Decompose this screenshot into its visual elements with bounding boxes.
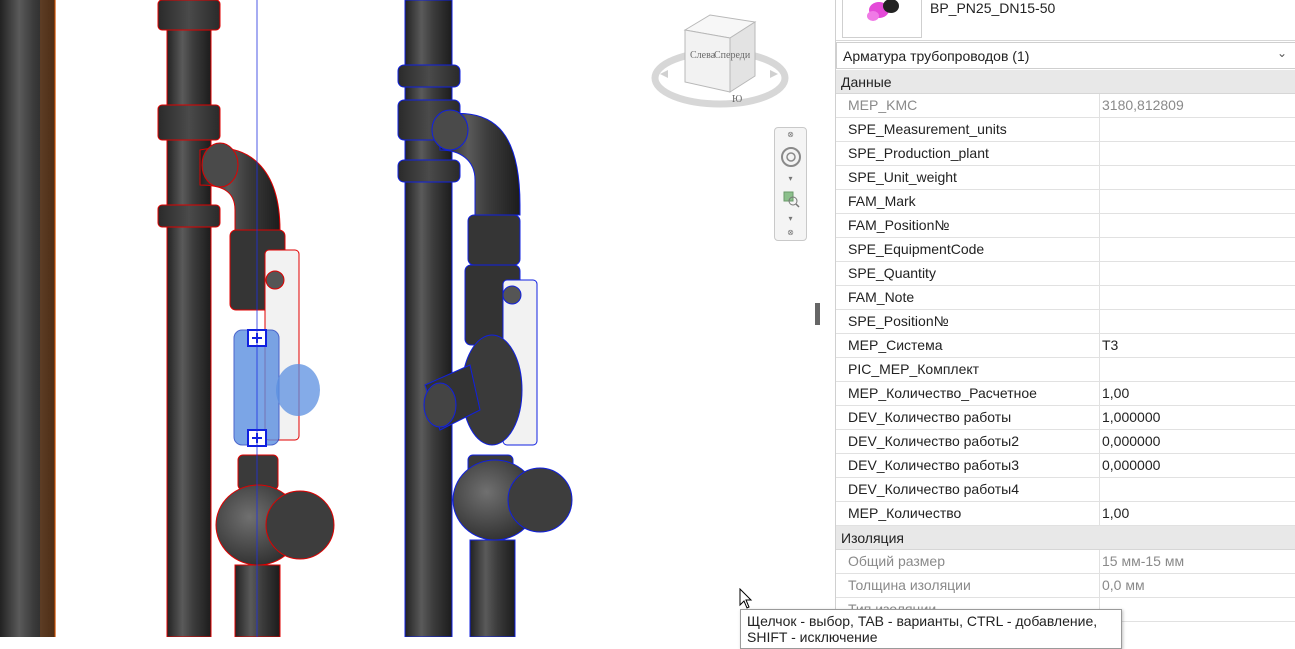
property-value[interactable] — [1099, 190, 1295, 213]
property-value: 3180,812809 — [1099, 94, 1295, 117]
property-name: SPE_Production_plant — [848, 145, 989, 161]
category-filter-dropdown[interactable]: Арматура трубопроводов (1) ⌄ — [836, 42, 1295, 69]
property-row[interactable]: MEP_Количество_Расчетное 1,00 — [836, 382, 1295, 406]
valve-assembly-left[interactable] — [199, 0, 335, 637]
property-name: Общий размер — [848, 553, 945, 569]
property-value[interactable] — [1099, 214, 1295, 237]
property-value[interactable] — [1099, 358, 1295, 381]
property-value[interactable] — [1099, 118, 1295, 141]
property-value[interactable] — [1099, 166, 1295, 189]
property-value: 0,0 мм — [1099, 574, 1295, 597]
property-value[interactable]: 0,000000 — [1099, 454, 1295, 477]
property-value[interactable]: 1,000000 — [1099, 406, 1295, 429]
property-value[interactable] — [1099, 478, 1295, 501]
3d-viewport[interactable]: Слева Спереди Ю ⊗ ▾ ▾ ⊗ — [0, 0, 810, 637]
view-cube[interactable]: Слева Спереди Ю — [650, 10, 790, 110]
properties-panel: BP_PN25_DN15-50 Арматура трубопроводов (… — [835, 0, 1295, 637]
property-name: DEV_Количество работы3 — [848, 457, 1019, 473]
property-row[interactable]: SPE_Production_plant — [836, 142, 1295, 166]
property-row[interactable]: DEV_Количество работы 1,000000 — [836, 406, 1295, 430]
property-value[interactable] — [1099, 286, 1295, 309]
cube-face-front[interactable]: Спереди — [714, 50, 751, 61]
property-name: DEV_Количество работы2 — [848, 433, 1019, 449]
property-value[interactable] — [1099, 262, 1295, 285]
pipe-riser-2[interactable] — [397, 0, 461, 637]
property-name: Толщина изоляции — [848, 577, 971, 593]
property-row[interactable]: SPE_EquipmentCode — [836, 238, 1295, 262]
property-name: FAM_Mark — [848, 193, 916, 209]
property-name: FAM_Note — [848, 289, 915, 305]
status-tooltip: Щелчок - выбор, TAB - варианты, CTRL - д… — [740, 609, 1122, 649]
property-value[interactable]: T3 — [1099, 334, 1295, 357]
property-value — [1099, 598, 1295, 621]
property-name: PIC_MEP_Комплект — [848, 361, 980, 377]
property-row[interactable]: SPE_Unit_weight — [836, 166, 1295, 190]
chevron-down-icon[interactable]: ▾ — [775, 214, 806, 223]
chevron-down-icon[interactable]: ⌄ — [1277, 46, 1287, 60]
property-row[interactable]: Общий размер 15 мм-15 мм — [836, 550, 1295, 574]
property-group-title: Данные — [841, 74, 892, 90]
property-row[interactable]: Толщина изоляции 0,0 мм — [836, 574, 1295, 598]
property-row[interactable]: DEV_Количество работы4 — [836, 478, 1295, 502]
zoom-region-icon[interactable] — [775, 190, 806, 210]
property-value[interactable]: 0,000000 — [1099, 430, 1295, 453]
property-group-header[interactable]: Данные — [836, 70, 1295, 94]
close-icon[interactable]: ⊗ — [775, 130, 806, 139]
type-name: BP_PN25_DN15-50 — [930, 0, 1056, 16]
compass-south[interactable]: Ю — [732, 94, 742, 105]
property-name: MEP_Количество_Расчетное — [848, 385, 1037, 401]
property-name: DEV_Количество работы — [848, 409, 1012, 425]
property-group-header[interactable]: Изоляция — [836, 526, 1295, 550]
property-name: FAM_Position№ — [848, 217, 950, 233]
property-name: SPE_Quantity — [848, 265, 936, 281]
property-value[interactable] — [1099, 238, 1295, 261]
panel-splitter-handle[interactable] — [815, 303, 820, 325]
property-value[interactable]: 1,00 — [1099, 382, 1295, 405]
property-name: SPE_Unit_weight — [848, 169, 957, 185]
tooltip-line-2: SHIFT - исключение — [747, 629, 878, 645]
property-name: MEP_KMC — [848, 97, 918, 113]
property-row[interactable]: FAM_Note — [836, 286, 1295, 310]
property-row[interactable]: FAM_Mark — [836, 190, 1295, 214]
property-value[interactable]: 1,00 — [1099, 502, 1295, 525]
tooltip-line-1: Щелчок - выбор, TAB - варианты, CTRL - д… — [747, 613, 1098, 629]
property-name: MEP_Система — [848, 337, 943, 353]
mouse-cursor-icon — [739, 588, 753, 609]
property-row[interactable]: DEV_Количество работы2 0,000000 — [836, 430, 1295, 454]
property-row[interactable]: MEP_Количество 1,00 — [836, 502, 1295, 526]
property-row[interactable]: FAM_Position№ — [836, 214, 1295, 238]
property-row[interactable]: MEP_KMC 3180,812809 — [836, 94, 1295, 118]
property-value[interactable] — [1099, 310, 1295, 333]
close-icon[interactable]: ⊗ — [775, 228, 806, 237]
property-row[interactable]: DEV_Количество работы3 0,000000 — [836, 454, 1295, 478]
category-filter-value: Арматура трубопроводов (1) — [843, 48, 1030, 64]
property-row[interactable]: SPE_Measurement_units — [836, 118, 1295, 142]
property-row[interactable]: PIC_MEP_Комплект — [836, 358, 1295, 382]
chevron-down-icon[interactable]: ▾ — [775, 174, 806, 183]
property-row[interactable]: SPE_Quantity — [836, 262, 1295, 286]
type-selector[interactable]: BP_PN25_DN15-50 — [836, 0, 1295, 41]
property-name: SPE_Position№ — [848, 313, 949, 329]
type-thumbnail — [842, 0, 922, 38]
property-value: 15 мм-15 мм — [1099, 550, 1295, 573]
property-name: MEP_Количество — [848, 505, 962, 521]
property-name: SPE_Measurement_units — [848, 121, 1007, 137]
property-name: SPE_EquipmentCode — [848, 241, 985, 257]
pipe-riser-1[interactable] — [157, 0, 221, 637]
navigation-bar: ⊗ ▾ ▾ ⊗ — [774, 127, 807, 241]
steering-wheel-icon[interactable] — [775, 146, 806, 170]
property-row[interactable]: MEP_Система T3 — [836, 334, 1295, 358]
property-value[interactable] — [1099, 142, 1295, 165]
property-row[interactable]: SPE_Position№ — [836, 310, 1295, 334]
property-group-title: Изоляция — [841, 530, 904, 546]
cube-face-left[interactable]: Слева — [690, 50, 716, 61]
property-name: DEV_Количество работы4 — [848, 481, 1019, 497]
